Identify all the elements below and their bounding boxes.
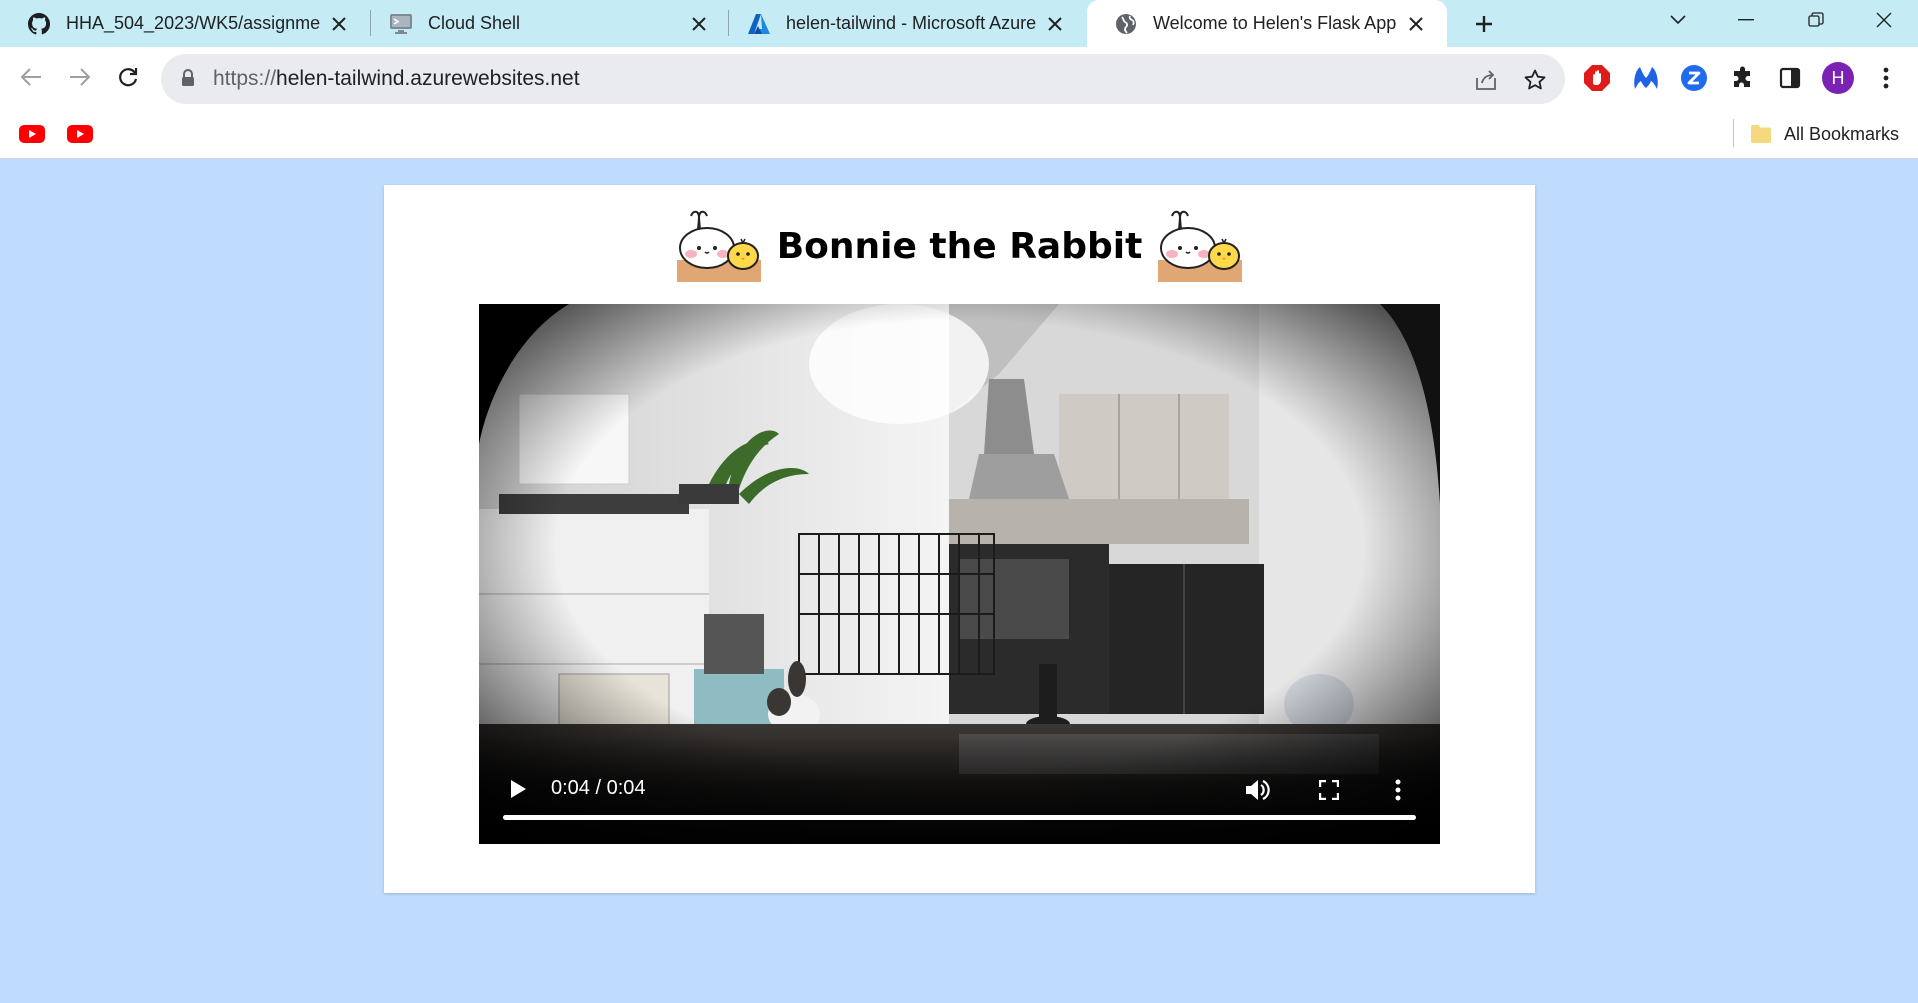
- restore-button[interactable]: [1786, 0, 1846, 40]
- side-panel-icon[interactable]: [1773, 61, 1807, 95]
- tab-azure[interactable]: helen-tailwind - Microsoft Azure: [720, 0, 1086, 47]
- video-progress-bar[interactable]: [503, 815, 1416, 820]
- bookmarks-bar: All Bookmarks: [0, 109, 1918, 159]
- bookmarks-divider: [1733, 119, 1734, 147]
- tab-title: helen-tailwind - Microsoft Azure: [786, 13, 1036, 33]
- profile-button[interactable]: H: [1821, 61, 1855, 95]
- extensions-puzzle-icon[interactable]: [1726, 61, 1760, 95]
- tab-close-icon[interactable]: [688, 13, 710, 35]
- bunny-chick-sticker-icon: [1158, 210, 1243, 282]
- tab-title: Cloud Shell: [428, 13, 521, 33]
- forward-button[interactable]: [62, 59, 98, 95]
- video-player[interactable]: 0:04 / 0:04: [479, 304, 1440, 844]
- volume-icon[interactable]: [1241, 774, 1273, 806]
- azure-icon: [746, 11, 772, 37]
- content-card: Bonnie the Rabbit 0:04 / 0:04: [384, 185, 1535, 893]
- avatar: H: [1822, 62, 1854, 94]
- url-scheme: https://: [213, 67, 277, 90]
- adblock-extension-icon[interactable]: [1580, 61, 1614, 95]
- folder-icon: [1750, 124, 1772, 144]
- back-button[interactable]: [13, 59, 49, 95]
- video-progress-fill: [503, 815, 1416, 820]
- tab-close-icon[interactable]: [328, 13, 350, 35]
- tab-close-icon[interactable]: [1044, 13, 1066, 35]
- globe-icon: [1113, 11, 1139, 37]
- youtube-icon[interactable]: [18, 122, 46, 146]
- bookmark-star-icon[interactable]: [1521, 66, 1549, 94]
- minimize-button[interactable]: [1716, 0, 1776, 40]
- malwarebytes-extension-icon[interactable]: [1629, 61, 1663, 95]
- tab-cloud-shell[interactable]: Cloud Shell: [362, 0, 730, 47]
- bunny-chick-sticker-icon: [676, 210, 761, 282]
- tab-title: Welcome to Helen's Flask App!: [1153, 13, 1397, 33]
- lock-icon[interactable]: [181, 69, 195, 92]
- tab-close-icon[interactable]: [1405, 13, 1427, 35]
- github-icon: [26, 11, 52, 37]
- video-controls: 0:04 / 0:04: [479, 734, 1440, 844]
- browser-menu-icon[interactable]: [1869, 61, 1903, 95]
- more-options-icon[interactable]: [1386, 774, 1410, 806]
- reload-button[interactable]: [110, 59, 146, 95]
- all-bookmarks-button[interactable]: All Bookmarks: [1750, 118, 1899, 150]
- fullscreen-icon[interactable]: [1313, 774, 1345, 806]
- new-tab-button[interactable]: [1466, 6, 1502, 42]
- zoom-extension-icon[interactable]: [1677, 61, 1711, 95]
- play-icon[interactable]: [501, 772, 535, 806]
- page-title: Bonnie the Rabbit: [776, 225, 1143, 267]
- browser-toolbar: https://helen-tailwind.azurewebsites.net…: [0, 47, 1918, 109]
- page-viewport: Bonnie the Rabbit 0:04 / 0:04: [0, 159, 1918, 1003]
- cloud-shell-icon: [388, 11, 414, 37]
- url-text[interactable]: https://helen-tailwind.azurewebsites.net: [213, 67, 580, 91]
- youtube-icon[interactable]: [66, 122, 94, 146]
- tab-github[interactable]: HHA_504_2023/WK5/assignmen: [0, 0, 370, 47]
- url-host: helen-tailwind.azurewebsites.net: [276, 67, 580, 90]
- tab-search-button[interactable]: [1648, 0, 1708, 40]
- video-time: 0:04 / 0:04: [551, 777, 646, 799]
- all-bookmarks-label: All Bookmarks: [1784, 123, 1900, 144]
- page-header: Bonnie the Rabbit: [384, 209, 1535, 283]
- tab-title: HHA_504_2023/WK5/assignmen: [66, 13, 320, 33]
- tab-strip: HHA_504_2023/WK5/assignmen Cloud Shell h…: [0, 0, 1918, 47]
- share-icon[interactable]: [1472, 66, 1500, 94]
- tab-flask-app[interactable]: Welcome to Helen's Flask App!: [1087, 0, 1447, 47]
- close-window-button[interactable]: [1854, 0, 1914, 40]
- address-bar[interactable]: https://helen-tailwind.azurewebsites.net: [161, 54, 1565, 104]
